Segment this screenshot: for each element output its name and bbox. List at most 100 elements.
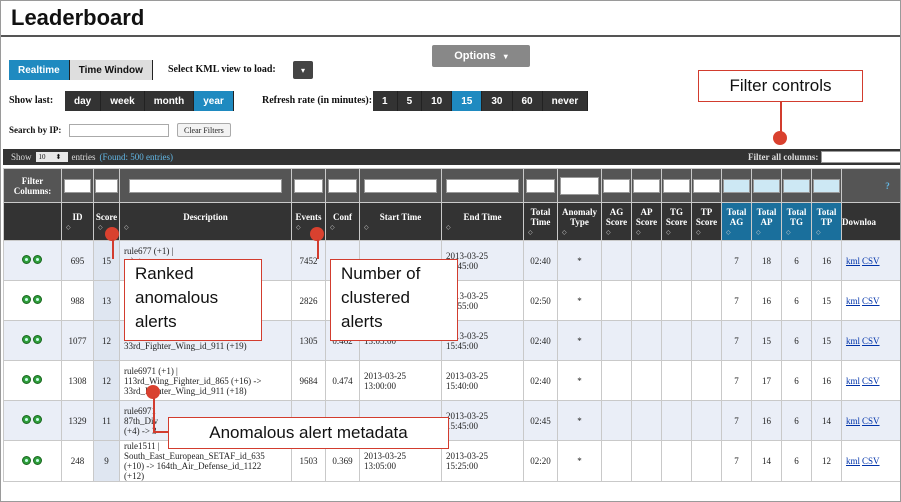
filter-input-total-ag[interactable]: [723, 178, 750, 193]
cell-ap-score: [631, 320, 662, 361]
column-header-start-time[interactable]: Start Time ◇: [359, 202, 442, 241]
cell-download: kml CSV: [841, 280, 900, 321]
column-header-ag-score[interactable]: AG Score ◇: [601, 202, 632, 241]
status-ok-icon[interactable]: [21, 375, 31, 384]
filter-input-total-tg[interactable]: [783, 178, 810, 193]
status-ok-icon[interactable]: [21, 295, 31, 304]
filter-input-end[interactable]: [446, 178, 519, 193]
cell-score: 12: [93, 320, 120, 361]
time-window-button[interactable]: Time Window: [69, 60, 153, 80]
column-header-tg-score[interactable]: TG Score ◇: [661, 202, 692, 241]
table-row[interactable]: 1308 12 rule6971 (+1) | 113rd_Wing_Fighter…: [3, 360, 900, 401]
download-kml-link[interactable]: kml: [846, 256, 860, 266]
column-header-total-ap[interactable]: Total AP ◇: [751, 202, 782, 241]
filter-input-total[interactable]: [525, 178, 556, 193]
period-week[interactable]: week: [101, 91, 145, 111]
realtime-button[interactable]: Realtime: [9, 60, 70, 80]
cell-tp-score: [691, 320, 722, 361]
column-header-ap-score[interactable]: AP Score ◇: [631, 202, 662, 241]
table-row[interactable]: 248 9 rule1511 | South_East_European_SETAF…: [3, 440, 900, 482]
download-csv-link[interactable]: CSV: [862, 456, 880, 466]
status-ok-icon-secondary[interactable]: [32, 335, 42, 344]
filter-input-events[interactable]: [293, 178, 324, 193]
cell-download: kml CSV: [841, 240, 900, 281]
column-header-total-tp[interactable]: Total TP ◇: [811, 202, 842, 241]
column-header-total-tg[interactable]: Total TG ◇: [781, 202, 812, 241]
status-ok-icon[interactable]: [21, 455, 31, 465]
column-header-total-time[interactable]: Total Time ◇: [523, 202, 558, 241]
clear-filters-button[interactable]: Clear Filters: [177, 123, 231, 137]
filter-all-input[interactable]: [821, 151, 900, 163]
download-csv-link[interactable]: CSV: [862, 296, 880, 306]
search-ip-input[interactable]: [69, 124, 169, 137]
download-csv-link[interactable]: CSV: [862, 416, 880, 426]
download-kml-link[interactable]: kml: [846, 416, 860, 426]
cell-anomaly-type: *: [557, 280, 602, 321]
clustered-alerts-callout: Number of clustered alerts: [330, 259, 458, 341]
status-ok-icon-secondary[interactable]: [32, 415, 42, 424]
table-row[interactable]: 132911rule6971 87th_Div (+4) -> 32013-03…: [3, 400, 900, 441]
status-ok-icon-secondary[interactable]: [32, 255, 42, 264]
download-kml-link[interactable]: kml: [846, 456, 860, 466]
filter-input-anomaly[interactable]: [560, 176, 599, 195]
status-ok-icon[interactable]: [21, 415, 31, 424]
filter-input-ag[interactable]: [603, 178, 630, 193]
refresh-1[interactable]: 1: [373, 91, 398, 111]
cell-tg-score: [661, 280, 692, 321]
filter-input-id[interactable]: [63, 178, 92, 193]
column-header-end-time[interactable]: End Time ◇: [441, 202, 524, 241]
cell-id: 695: [61, 240, 94, 281]
entries-select[interactable]: 10 ⬍: [35, 152, 68, 162]
cell-total-tg: 6: [781, 280, 812, 321]
refresh-5[interactable]: 5: [397, 91, 423, 111]
cell-total-ap: 17: [751, 360, 782, 401]
filter-input-tp[interactable]: [693, 178, 720, 193]
header-row: ID ◇ Score ◇ Description ◇ Events ◇ Conf ◇ St…: [3, 202, 900, 241]
period-day[interactable]: day: [65, 91, 102, 111]
download-kml-link[interactable]: kml: [846, 336, 860, 346]
download-kml-link[interactable]: kml: [846, 296, 860, 306]
period-month[interactable]: month: [144, 91, 195, 111]
filter-input-total-ap[interactable]: [753, 178, 780, 193]
status-ok-icon-secondary[interactable]: [32, 455, 42, 465]
refresh-60[interactable]: 60: [512, 91, 543, 111]
metadata-callout: Anomalous alert metadata: [168, 417, 449, 449]
refresh-15[interactable]: 15: [452, 91, 483, 111]
filter-input-total-tp[interactable]: [813, 178, 840, 193]
filter-input-start[interactable]: [364, 178, 437, 193]
status-ok-icon-secondary[interactable]: [32, 375, 42, 384]
refresh-10[interactable]: 10: [422, 91, 453, 111]
options-button[interactable]: Options ▾: [432, 45, 530, 67]
download-csv-link[interactable]: CSV: [862, 256, 880, 266]
status-ok-icon[interactable]: [21, 335, 31, 344]
cell-total-ag: 7: [721, 280, 752, 321]
cell-tg-score: [661, 400, 692, 441]
download-kml-link[interactable]: kml: [846, 376, 860, 386]
column-header-id[interactable]: ID ◇: [61, 202, 94, 241]
column-header-tp-score[interactable]: TP Score ◇: [691, 202, 722, 241]
period-year[interactable]: year: [194, 91, 234, 111]
filter-input-score[interactable]: [95, 178, 118, 193]
cell-total-tg: 6: [781, 360, 812, 401]
filter-input-tg[interactable]: [663, 178, 690, 193]
status-ok-icon-secondary[interactable]: [32, 295, 42, 304]
filter-input-conf[interactable]: [327, 178, 358, 193]
help-icon[interactable]: ?: [885, 181, 890, 191]
cell-score: 11: [93, 400, 120, 441]
download-csv-link[interactable]: CSV: [862, 376, 880, 386]
filter-input-description[interactable]: [128, 178, 283, 193]
filter-input-ap[interactable]: [633, 178, 660, 193]
refresh-never[interactable]: never: [542, 91, 589, 111]
download-csv-link[interactable]: CSV: [862, 336, 880, 346]
cell-total-ap: 16: [751, 400, 782, 441]
kml-view-select[interactable]: ▾: [293, 61, 313, 79]
refresh-30[interactable]: 30: [482, 91, 513, 111]
cell-total-time: 02:50: [523, 280, 558, 321]
cell-id: 248: [61, 440, 94, 482]
column-header-conf[interactable]: Conf ◇: [325, 202, 360, 241]
status-ok-icon[interactable]: [21, 255, 31, 264]
column-header-total-ag[interactable]: Total AG ◇: [721, 202, 752, 241]
chevron-down-icon: ⬍: [55, 153, 62, 161]
column-header-anomaly-type[interactable]: Anomaly Type ◇: [557, 202, 602, 241]
column-header-description[interactable]: Description ◇: [119, 202, 292, 241]
